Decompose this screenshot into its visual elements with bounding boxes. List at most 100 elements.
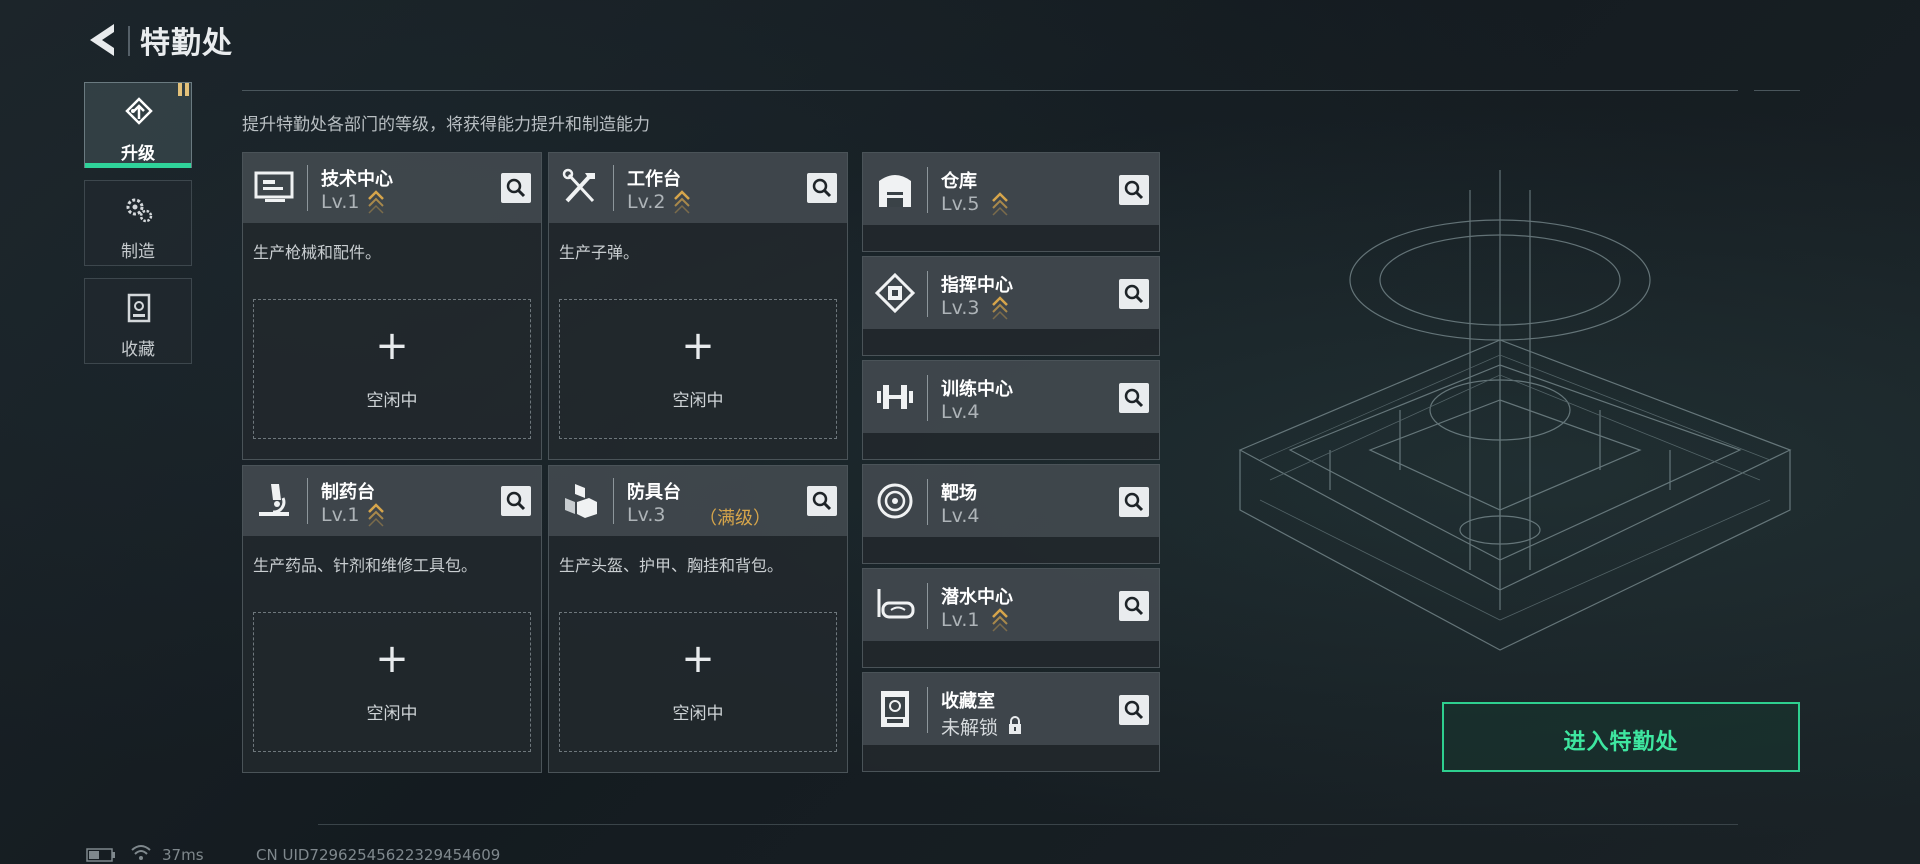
monitor-icon — [254, 171, 294, 202]
card-header: 技术中心 Lv.1 — [243, 153, 541, 223]
bottom-divider — [318, 824, 1738, 825]
idle-label: 空闲中 — [672, 704, 724, 724]
tab-crafting[interactable]: 制造 — [84, 180, 192, 266]
facility-header: 收藏室 未解锁 — [863, 673, 1159, 745]
idle-label: 空闲中 — [366, 391, 418, 411]
inspect-button[interactable] — [807, 486, 837, 516]
armor-boxes-icon — [565, 484, 597, 518]
facility-header: 指挥中心 Lv.3 — [863, 257, 1159, 329]
facility-level: Lv.1 — [941, 609, 980, 631]
enter-facility-button[interactable]: 进入特勤处 — [1442, 702, 1800, 772]
facility-diving-center[interactable]: 潜水中心 Lv.1 — [862, 568, 1160, 668]
latency-readout: 37ms — [162, 846, 204, 864]
facility-warehouse[interactable]: 仓库 Lv.5 — [862, 152, 1160, 252]
dept-description: 生产子弹。 — [559, 243, 640, 262]
add-icon: + — [681, 323, 715, 369]
search-icon — [1124, 596, 1144, 616]
tab-collection[interactable]: 收藏 — [84, 278, 192, 364]
search-icon — [1124, 284, 1144, 304]
facility-wireframe-image — [1238, 170, 1792, 651]
idle-label: 空闲中 — [672, 391, 724, 411]
dept-name: 防具台 — [627, 482, 681, 503]
collection-icon — [127, 293, 151, 323]
inspect-button[interactable] — [1119, 279, 1149, 309]
header-divider — [307, 478, 308, 524]
add-icon: + — [375, 323, 409, 369]
inspect-button[interactable] — [1119, 175, 1149, 205]
tab-label: 升级 — [121, 144, 155, 164]
title-divider — [128, 26, 130, 56]
search-icon — [506, 491, 526, 511]
inspect-button[interactable] — [501, 486, 531, 516]
search-icon — [812, 178, 832, 198]
facility-name: 收藏室 — [941, 691, 995, 712]
card-header: 制药台 Lv.1 — [243, 466, 541, 536]
upgrade-icon — [125, 97, 153, 125]
dept-card-workbench[interactable]: 工作台 Lv.2 生产子弹。 + 空闲中 — [548, 152, 848, 460]
facility-divider — [927, 583, 928, 629]
facility-name: 仓库 — [941, 171, 977, 192]
diving-mask-icon — [877, 589, 915, 619]
inspect-button[interactable] — [1119, 383, 1149, 413]
inspect-button[interactable] — [1119, 695, 1149, 725]
dept-card-tech-center[interactable]: 技术中心 Lv.1 生产枪械和配件。 + 空闲中 — [242, 152, 542, 460]
top-divider-right — [1754, 90, 1800, 91]
dept-description: 生产头盔、护甲、胸挂和背包。 — [559, 556, 784, 575]
facility-divider — [927, 687, 928, 733]
dept-card-pharmacy[interactable]: 制药台 Lv.1 生产药品、针剂和维修工具包。 + 空闲中 — [242, 465, 542, 773]
idle-slot[interactable]: + 空闲中 — [253, 612, 531, 752]
battery-icon — [86, 848, 115, 862]
command-chip-icon — [874, 272, 916, 314]
idle-slot[interactable]: + 空闲中 — [559, 612, 837, 752]
upgrade-available-icon — [992, 296, 1008, 320]
tab-label: 收藏 — [121, 340, 155, 360]
idle-slot[interactable]: + 空闲中 — [253, 299, 531, 439]
header-divider — [613, 478, 614, 524]
dept-name: 制药台 — [321, 482, 375, 503]
card-header: 防具台 Lv.3 （满级） — [549, 466, 847, 536]
facility-header: 靶场 Lv.4 — [863, 465, 1159, 537]
upgrade-available-icon — [674, 190, 690, 214]
search-icon — [506, 178, 526, 198]
dumbbell-icon — [877, 385, 913, 409]
search-icon — [1124, 180, 1144, 200]
card-header: 工作台 Lv.2 — [549, 153, 847, 223]
facility-name: 训练中心 — [941, 379, 1013, 400]
collection-room-icon — [881, 691, 909, 727]
search-icon — [1124, 700, 1144, 720]
idle-slot[interactable]: + 空闲中 — [559, 299, 837, 439]
tools-icon — [562, 168, 595, 203]
lock-icon — [1009, 716, 1021, 734]
dept-card-armor-bench[interactable]: 防具台 Lv.3 （满级） 生产头盔、护甲、胸挂和背包。 + 空闲中 — [548, 465, 848, 773]
facility-level: Lv.4 — [941, 505, 980, 527]
dept-level: Lv.3 — [627, 504, 666, 526]
dept-name: 技术中心 — [321, 169, 393, 190]
facility-collection-room[interactable]: 收藏室 未解锁 — [862, 672, 1160, 772]
target-icon — [877, 483, 913, 519]
facility-command-center[interactable]: 指挥中心 Lv.3 — [862, 256, 1160, 356]
warehouse-icon — [879, 175, 911, 207]
facility-divider — [927, 479, 928, 525]
facility-training-center[interactable]: 训练中心 Lv.4 — [862, 360, 1160, 460]
page-subtitle: 提升特勤处各部门的等级，将获得能力提升和制造能力 — [242, 115, 650, 135]
dept-level: Lv.1 — [321, 504, 360, 526]
back-arrow-icon[interactable] — [84, 20, 120, 60]
inspect-button[interactable] — [1119, 487, 1149, 517]
inspect-button[interactable] — [1119, 591, 1149, 621]
top-divider — [242, 90, 1738, 91]
facility-shooting-range[interactable]: 靶场 Lv.4 — [862, 464, 1160, 564]
inspect-button[interactable] — [807, 173, 837, 203]
facility-header: 潜水中心 Lv.1 — [863, 569, 1159, 641]
idle-label: 空闲中 — [366, 704, 418, 724]
facility-name: 靶场 — [941, 483, 977, 504]
enter-button-label: 进入特勤处 — [1563, 730, 1679, 755]
facility-header: 训练中心 Lv.4 — [863, 361, 1159, 433]
upgrade-available-icon — [992, 192, 1008, 216]
facility-name: 潜水中心 — [941, 587, 1013, 608]
facility-divider — [927, 167, 928, 213]
header-divider — [307, 165, 308, 211]
upgrade-available-icon — [368, 503, 384, 527]
search-icon — [1124, 492, 1144, 512]
facility-status: 未解锁 — [941, 717, 999, 739]
inspect-button[interactable] — [501, 173, 531, 203]
